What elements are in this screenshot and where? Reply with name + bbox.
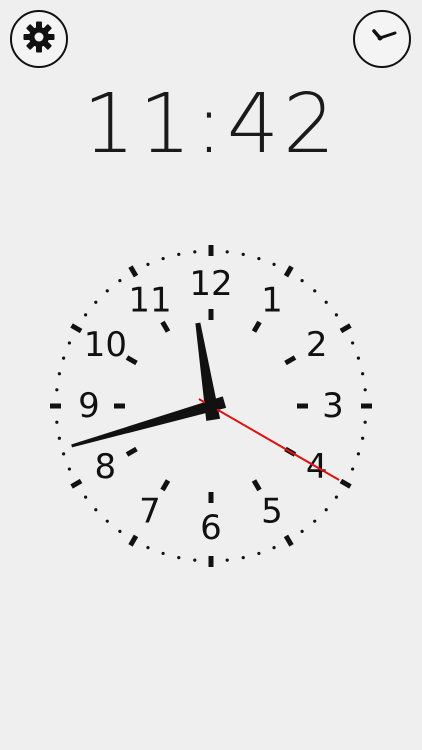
minute-dot — [363, 420, 367, 424]
minute-dot — [350, 341, 355, 345]
minute-dot — [146, 262, 150, 267]
minute-dot — [146, 545, 150, 550]
minute-dot — [324, 300, 328, 304]
minute-dot — [225, 250, 229, 254]
minute-dot — [334, 495, 338, 499]
minute-dot — [225, 558, 229, 562]
minute-dot — [84, 495, 88, 499]
numeral-8: 8 — [95, 447, 117, 487]
numeral-3: 3 — [322, 386, 344, 426]
minute-dot — [55, 388, 59, 392]
minute-dot — [272, 545, 276, 550]
minute-dot — [161, 256, 165, 261]
minute-dot — [356, 356, 361, 360]
minute-dot — [57, 436, 61, 440]
numeral-9: 9 — [78, 386, 100, 426]
minute-dot — [334, 313, 338, 317]
inner-hour-tick — [251, 479, 262, 492]
outer-hour-tick — [283, 265, 294, 278]
minute-dot — [84, 313, 88, 317]
numeral-7: 7 — [139, 492, 161, 532]
minute-dot — [300, 279, 304, 283]
minute-dot — [257, 256, 261, 261]
numeral-11: 11 — [128, 280, 171, 320]
numeral-6: 6 — [200, 508, 222, 548]
numeral-10: 10 — [84, 325, 127, 365]
minute-dot — [361, 436, 365, 440]
clock-mode-button[interactable] — [353, 10, 411, 68]
minute-dot — [105, 519, 109, 523]
outer-hour-tick — [339, 478, 352, 489]
minute-dot — [61, 452, 66, 456]
minute-dot — [177, 556, 181, 560]
minute-dot — [356, 452, 361, 456]
clock-hub — [204, 399, 218, 413]
minute-dot — [57, 372, 61, 376]
numeral-1: 1 — [261, 280, 283, 320]
outer-hour-tick — [128, 265, 139, 278]
numeral-12: 12 — [189, 264, 232, 304]
minute-dot — [193, 250, 197, 254]
minute-dot — [272, 262, 276, 267]
minute-dot — [118, 279, 122, 283]
outer-hour-tick — [283, 534, 294, 547]
inner-hour-tick — [251, 320, 262, 333]
minute-dot — [363, 388, 367, 392]
minute-dot — [241, 252, 245, 256]
minute-dot — [67, 467, 72, 471]
inner-hour-tick — [125, 446, 138, 457]
settings-button[interactable] — [10, 10, 68, 68]
numeral-5: 5 — [261, 492, 283, 532]
digital-time: 11:42 — [82, 77, 340, 172]
outer-hour-tick — [70, 323, 83, 334]
minute-dot — [67, 341, 72, 345]
minute-dot — [94, 300, 98, 304]
minute-dot — [350, 467, 355, 471]
minute-dot — [161, 551, 165, 556]
outer-hour-tick — [70, 478, 83, 489]
minute-dot — [177, 252, 181, 256]
inner-hour-tick — [125, 355, 138, 366]
clock-icon — [362, 17, 402, 61]
gear-icon — [22, 20, 56, 58]
inner-hour-tick — [284, 355, 297, 366]
minute-dot — [257, 551, 261, 556]
minute-dot — [361, 372, 365, 376]
minute-dot — [300, 529, 304, 533]
inner-hour-tick — [160, 320, 171, 333]
minute-dot — [241, 556, 245, 560]
minute-dot — [313, 519, 317, 523]
minute-dot — [118, 529, 122, 533]
minute-dot — [105, 289, 109, 293]
minute-dot — [313, 289, 317, 293]
numeral-2: 2 — [306, 325, 328, 365]
inner-hour-tick — [160, 479, 171, 492]
minute-dot — [61, 356, 66, 360]
analog-clock: 12 1 2 3 4 5 6 7 8 9 10 11 — [50, 245, 372, 567]
minute-dot — [55, 420, 59, 424]
minute-dot — [193, 558, 197, 562]
minute-dot — [94, 508, 98, 512]
second-hand — [198, 398, 340, 481]
outer-hour-tick — [339, 323, 352, 334]
minute-dot — [324, 508, 328, 512]
outer-hour-tick — [128, 534, 139, 547]
